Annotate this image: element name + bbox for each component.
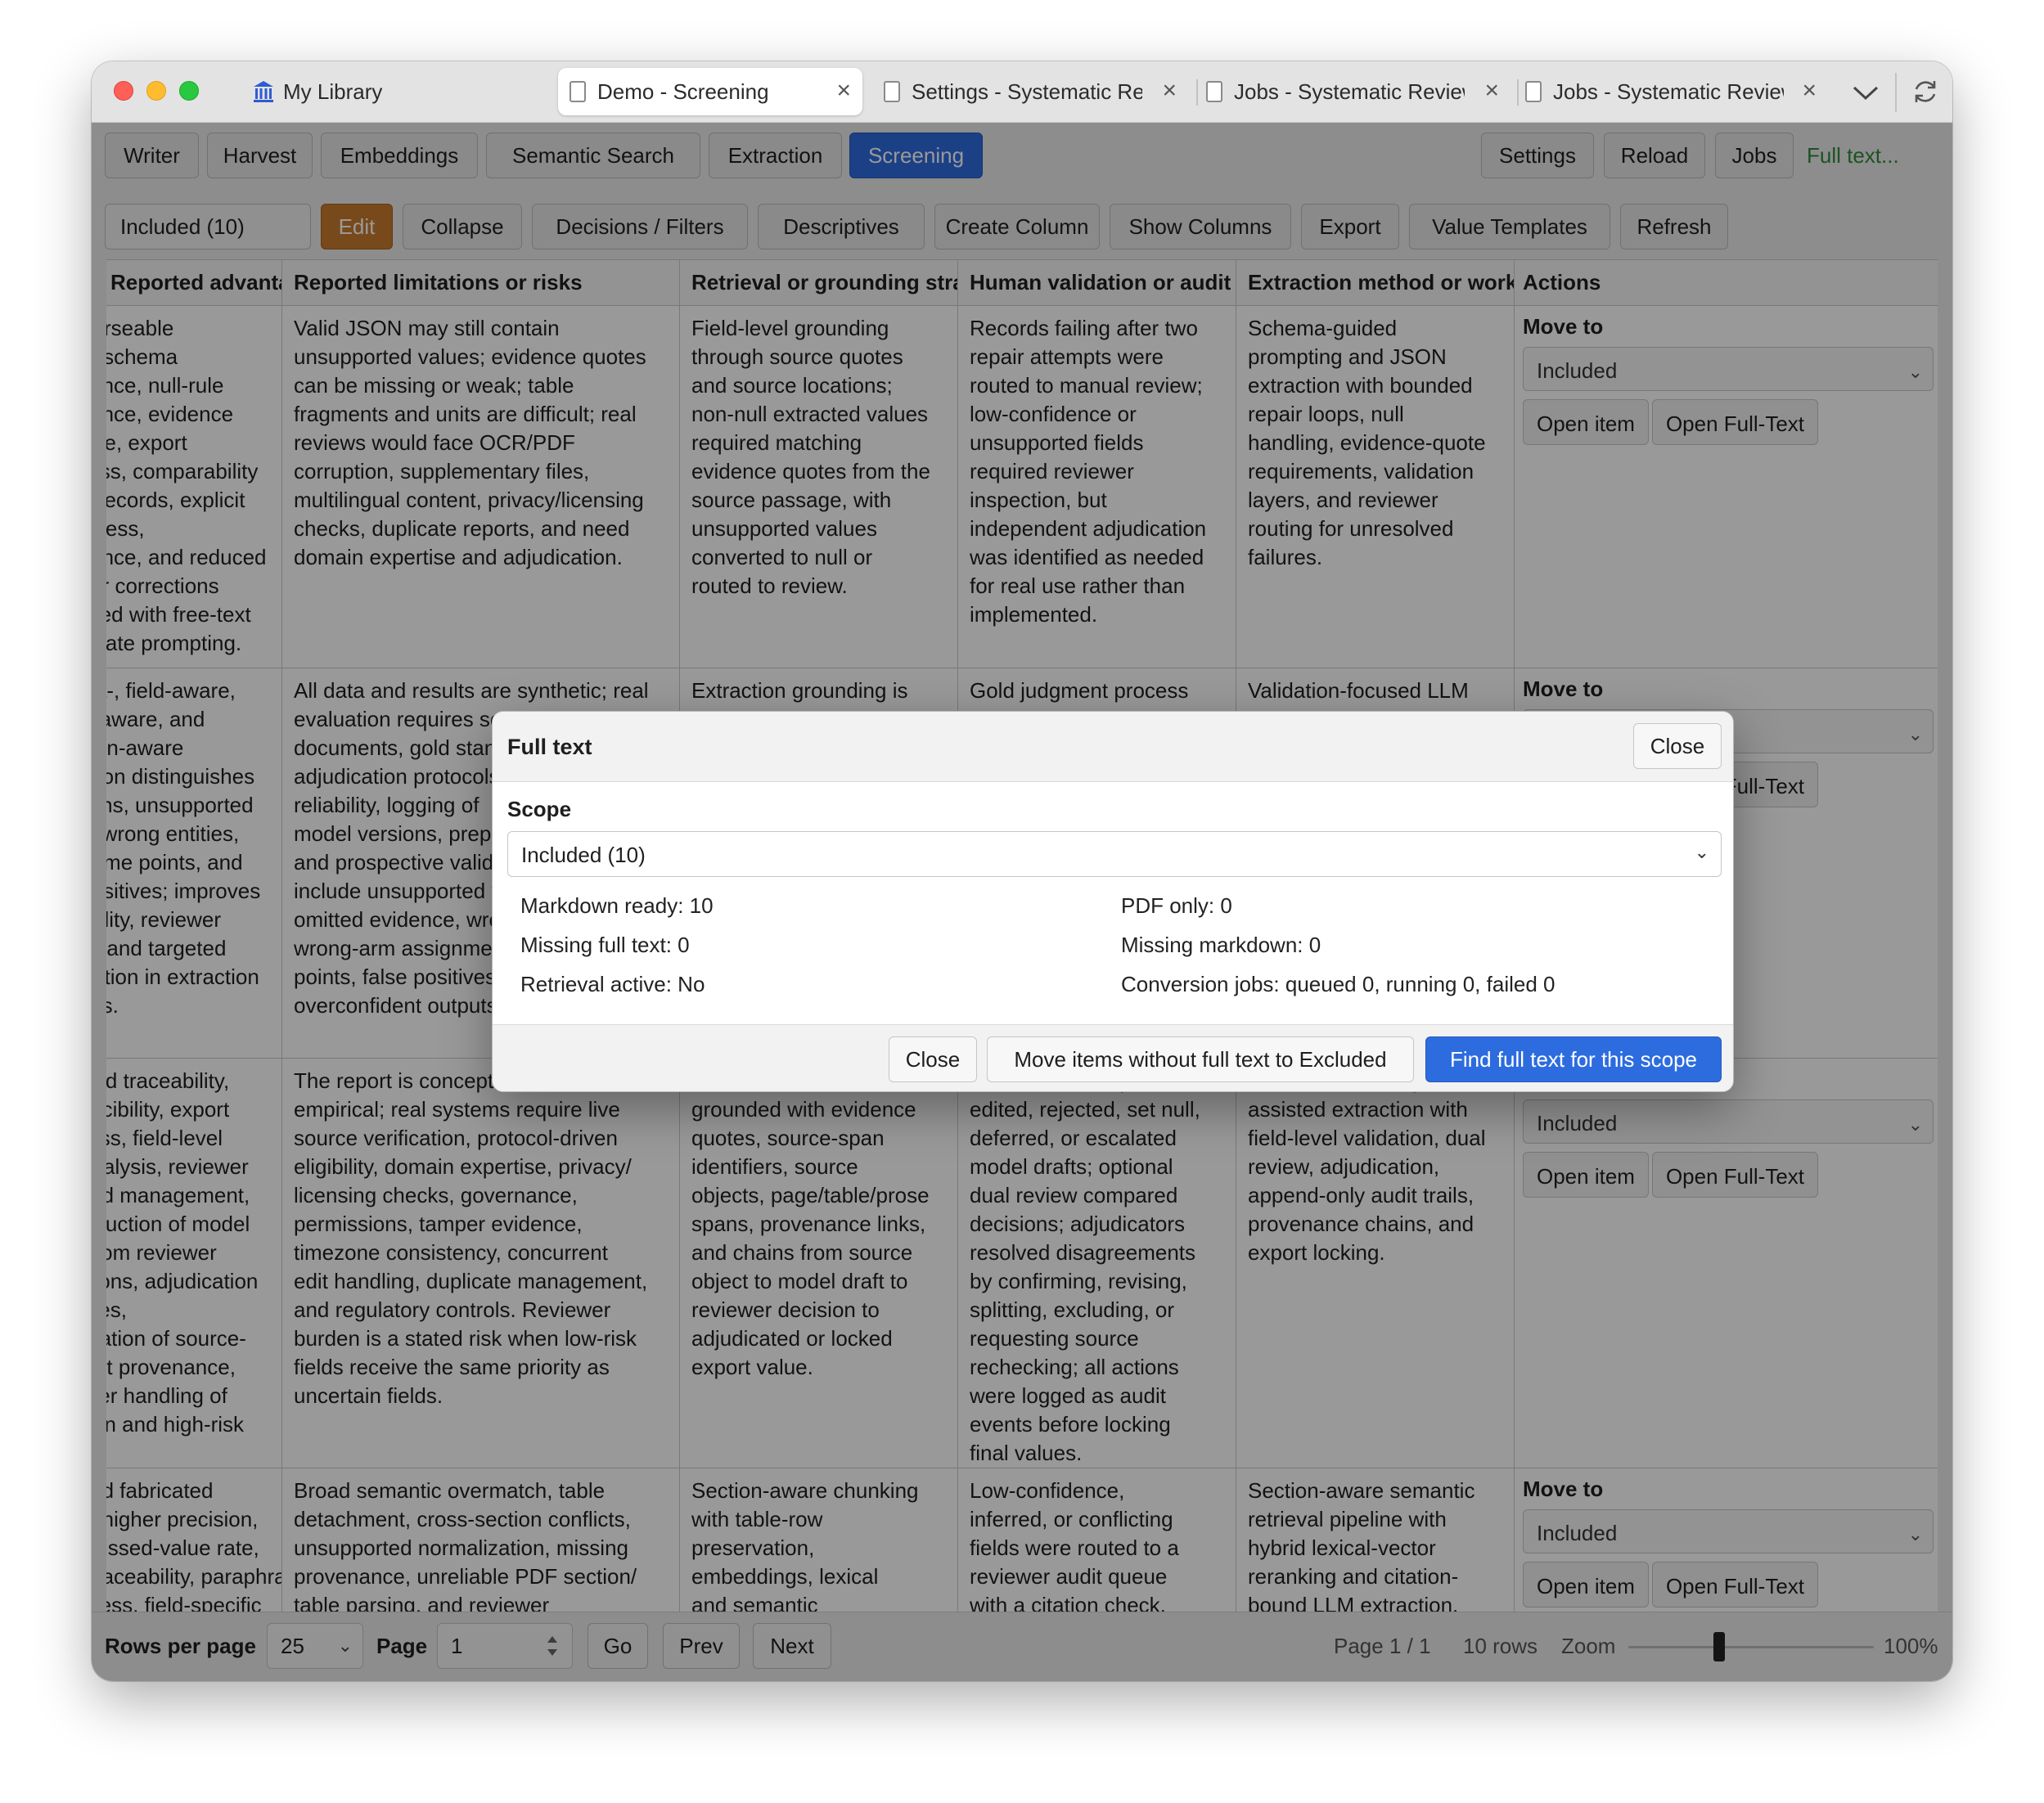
- library-icon: [252, 79, 275, 104]
- document-icon: [1525, 81, 1542, 102]
- document-icon: [1206, 81, 1222, 102]
- tab-demo-screening[interactable]: Demo - Screening ×: [558, 68, 862, 115]
- missing-full-text-stat: Missing full text: 0: [520, 933, 690, 957]
- tab-divider: [1517, 79, 1519, 106]
- scope-label: Scope: [507, 797, 572, 821]
- retrieval-active-stat: Retrieval active: No: [520, 972, 705, 996]
- minimize-window-dot[interactable]: [146, 81, 166, 101]
- close-tab-icon[interactable]: ×: [1802, 78, 1817, 104]
- document-icon: [570, 81, 586, 102]
- find-full-text-button[interactable]: Find full text for this scope: [1425, 1036, 1722, 1082]
- title-bar: My Library Demo - Screening × Settings -…: [92, 61, 1952, 123]
- reload-icon[interactable]: [1910, 76, 1941, 107]
- full-text-dialog: Full text Close Scope Included (10) ⌄ Ma…: [492, 711, 1734, 1092]
- chevron-down-icon: ⌄: [1694, 842, 1709, 862]
- pdf-only-stat: PDF only: 0: [1121, 893, 1232, 918]
- tab-my-library[interactable]: My Library: [252, 68, 448, 115]
- tab-label: My Library: [283, 79, 383, 104]
- tab-jobs-2[interactable]: Jobs - Systematic Review ×: [1525, 68, 1828, 115]
- toolbar-divider: [1895, 73, 1897, 112]
- missing-markdown-stat: Missing markdown: 0: [1121, 933, 1321, 957]
- tab-overflow-chevron-icon[interactable]: [1849, 79, 1882, 106]
- document-icon: [884, 81, 900, 102]
- close-window-dot[interactable]: [114, 81, 133, 101]
- dialog-header: Full text Close: [493, 712, 1733, 782]
- tab-label: Demo - Screening: [597, 79, 769, 104]
- close-tab-icon[interactable]: ×: [1484, 78, 1499, 104]
- browser-window: My Library Demo - Screening × Settings -…: [92, 61, 1952, 1681]
- tab-label: Settings - Systematic Review: [912, 79, 1142, 104]
- close-tab-icon[interactable]: ×: [1162, 78, 1177, 104]
- move-without-full-text-button[interactable]: Move items without full text to Excluded: [987, 1036, 1414, 1082]
- dialog-title: Full text: [507, 735, 592, 759]
- zoom-window-dot[interactable]: [179, 81, 199, 101]
- dialog-close-top-button[interactable]: Close: [1633, 723, 1722, 769]
- tab-label: Jobs - Systematic Review: [1553, 79, 1784, 104]
- markdown-ready-stat: Markdown ready: 10: [520, 893, 714, 918]
- conversion-jobs-stat: Conversion jobs: queued 0, running 0, fa…: [1121, 972, 1556, 996]
- tab-divider: [1196, 79, 1198, 106]
- tab-label: Jobs - Systematic Review: [1234, 79, 1465, 104]
- dialog-scope-value: Included (10): [521, 843, 646, 867]
- tab-settings[interactable]: Settings - Systematic Review ×: [884, 68, 1188, 115]
- dialog-scope-select[interactable]: Included (10) ⌄: [507, 831, 1722, 877]
- tab-jobs-1[interactable]: Jobs - Systematic Review ×: [1206, 68, 1510, 115]
- dialog-close-button[interactable]: Close: [889, 1036, 977, 1082]
- dialog-footer: Close Move items without full text to Ex…: [493, 1024, 1733, 1091]
- close-tab-icon[interactable]: ×: [836, 78, 851, 104]
